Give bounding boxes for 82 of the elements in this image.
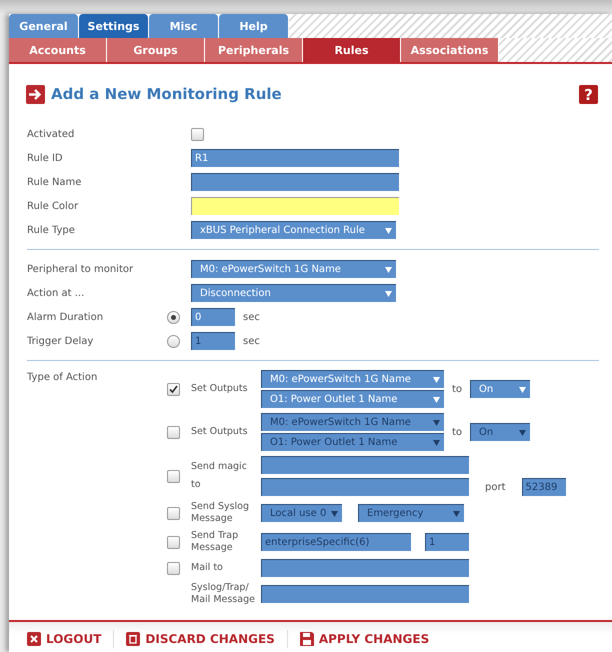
- footer-button[interactable]: APPLY CHANGES: [300, 630, 442, 648]
- help-icon[interactable]: ?: [579, 84, 598, 104]
- trap-code-field[interactable]: 1: [425, 533, 469, 551]
- checkbox[interactable]: [167, 536, 180, 548]
- dropdown[interactable]: M0: ePowerSwitch 1G Name: [261, 370, 444, 388]
- sub-tab[interactable]: Rules: [303, 38, 400, 62]
- field-label: Trigger Delay: [27, 336, 94, 346]
- text-field[interactable]: R1: [191, 149, 399, 167]
- footer-button[interactable]: DISCARD CHANGES: [126, 630, 288, 648]
- dropdown[interactable]: Local use 0: [261, 504, 342, 522]
- save-icon: [300, 632, 314, 646]
- port-field[interactable]: 52389: [522, 478, 566, 496]
- text-field[interactable]: [191, 173, 399, 191]
- close-icon: [27, 632, 41, 646]
- main-tab[interactable]: Misc: [149, 14, 218, 38]
- to-label: to: [452, 426, 462, 438]
- caret-icon: [519, 386, 526, 392]
- dropdown[interactable]: Disconnection: [191, 284, 396, 302]
- main-tab[interactable]: Help: [219, 14, 288, 38]
- unit-label: sec: [243, 312, 260, 322]
- dropdown[interactable]: On: [470, 423, 530, 441]
- dropdown[interactable]: Emergency: [358, 504, 464, 522]
- trap-type-field[interactable]: enterpriseSpecific(6): [261, 533, 411, 551]
- to-label: to: [191, 479, 202, 491]
- text-field[interactable]: [261, 585, 469, 603]
- action-label: Syslog/Trap/ Mail Message: [191, 582, 256, 606]
- dropdown[interactable]: O1: Power Outlet 1 Name: [261, 390, 444, 408]
- field-label: Type of Action: [27, 371, 98, 385]
- action-label: Mail to: [191, 562, 224, 574]
- footer-button[interactable]: LOGOUT: [27, 630, 114, 648]
- caret-icon: [433, 440, 440, 446]
- checkbox[interactable]: [167, 562, 180, 574]
- action-label: Set Outputs: [191, 383, 249, 395]
- checkbox[interactable]: [167, 426, 180, 438]
- caret-icon: [433, 396, 440, 402]
- color-field[interactable]: [191, 197, 399, 215]
- port-label: port: [485, 482, 506, 492]
- dropdown[interactable]: O1: Power Outlet 1 Name: [261, 433, 444, 451]
- sub-tab[interactable]: Peripherals: [205, 38, 302, 62]
- field-label: Rule Type: [27, 224, 76, 236]
- caret-icon: [519, 430, 526, 436]
- radio-button[interactable]: [167, 310, 180, 324]
- caret-icon: [331, 510, 338, 516]
- caret-icon: [433, 420, 440, 426]
- address-field[interactable]: [261, 456, 469, 474]
- caret-icon: [385, 228, 392, 234]
- page-title: Add a New Monitoring Rule: [51, 85, 283, 103]
- action-label: Send magic: [191, 461, 248, 473]
- main-tab[interactable]: General: [9, 14, 78, 38]
- number-field[interactable]: 1: [191, 332, 235, 350]
- sub-tab[interactable]: Accounts: [9, 38, 106, 62]
- checkbox[interactable]: [167, 382, 180, 396]
- sub-tab[interactable]: Groups: [107, 38, 204, 62]
- field-label: Rule Name: [27, 176, 82, 188]
- caret-icon: [433, 376, 440, 382]
- field-label: Action at ...: [27, 288, 86, 298]
- checkbox[interactable]: [167, 506, 180, 520]
- dropdown[interactable]: M0: ePowerSwitch 1G Name: [191, 260, 396, 278]
- sub-tab[interactable]: Associations: [401, 38, 498, 62]
- caret-icon: [453, 510, 460, 516]
- radio-button[interactable]: [167, 334, 180, 348]
- field-label: Alarm Duration: [27, 312, 104, 322]
- field-label: Activated: [27, 128, 76, 140]
- address-field[interactable]: [261, 478, 469, 496]
- unit-label: sec: [243, 336, 260, 346]
- checkbox[interactable]: [191, 128, 204, 140]
- checkbox[interactable]: [167, 470, 180, 482]
- main-tab[interactable]: Settings: [79, 14, 148, 38]
- action-label: Set Outputs: [191, 426, 249, 438]
- caret-icon: [385, 266, 392, 272]
- caret-icon: [385, 290, 392, 296]
- number-field[interactable]: 0: [191, 308, 235, 326]
- action-label: Send Trap Message: [191, 530, 240, 554]
- field-label: Rule Color: [27, 200, 80, 212]
- action-label: Send Syslog Message: [191, 501, 250, 525]
- dropdown[interactable]: On: [470, 380, 530, 398]
- dropdown[interactable]: M0: ePowerSwitch 1G Name: [261, 413, 444, 431]
- field-label: Rule ID: [27, 152, 64, 164]
- dropdown[interactable]: xBUS Peripheral Connection Rule: [191, 221, 396, 239]
- text-field[interactable]: [261, 559, 469, 577]
- to-label: to: [452, 384, 462, 394]
- field-label: Peripheral to monitor: [27, 264, 134, 274]
